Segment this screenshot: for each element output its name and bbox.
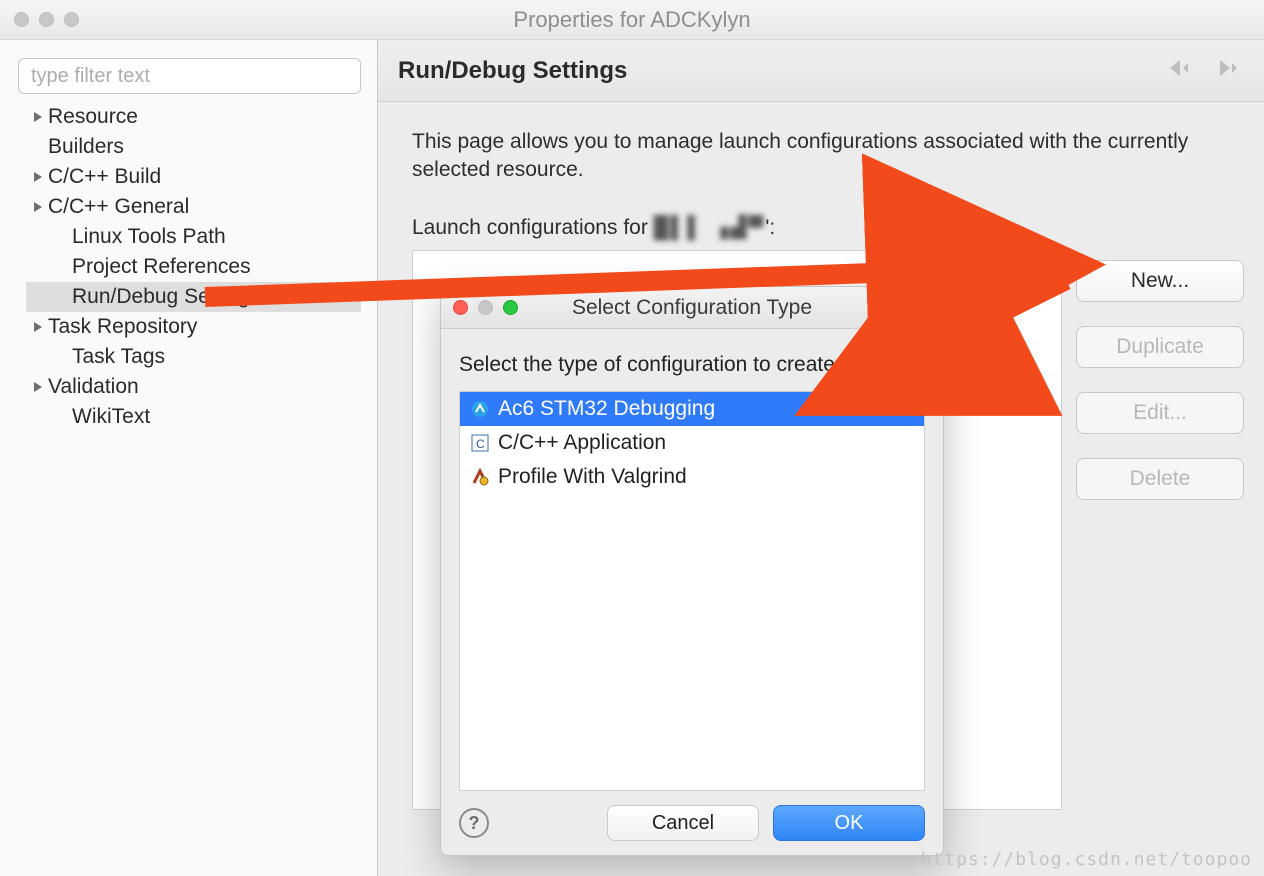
- nav-back-icon[interactable]: [1166, 57, 1196, 84]
- properties-tree: Resource Builders C/C++ Build C/C++ General…: [18, 102, 361, 432]
- tree-item-label: Resource: [48, 105, 138, 129]
- tree-item-label: Run/Debug Settings: [72, 285, 260, 309]
- tree-item-label: Linux Tools Path: [72, 225, 226, 249]
- page-description: This page allows you to manage launch co…: [412, 128, 1192, 185]
- window-title: Properties for ADCKylyn: [0, 7, 1264, 33]
- expand-caret-icon[interactable]: [30, 375, 46, 399]
- tree-item-validation[interactable]: Validation: [26, 372, 361, 402]
- sidebar: Resource Builders C/C++ Build C/C++ General…: [0, 40, 378, 876]
- nav-arrows: [1166, 57, 1244, 84]
- dialog-title: Select Configuration Type: [441, 296, 943, 320]
- nav-forward-icon[interactable]: [1214, 57, 1244, 84]
- svg-text:C: C: [476, 437, 485, 451]
- cancel-button[interactable]: Cancel: [607, 805, 759, 841]
- tree-item-linux-tools-path[interactable]: Linux Tools Path: [26, 222, 361, 252]
- tree-item-task-repository[interactable]: Task Repository: [26, 312, 361, 342]
- config-type-label: Ac6 STM32 Debugging: [498, 397, 715, 421]
- config-type-label: Profile With Valgrind: [498, 465, 687, 489]
- tree-item-resource[interactable]: Resource: [26, 102, 361, 132]
- tree-item-c-c-general[interactable]: C/C++ General: [26, 192, 361, 222]
- expand-caret-icon[interactable]: [30, 195, 46, 219]
- config-type-profile-with-valgrind[interactable]: Profile With Valgrind: [460, 460, 924, 494]
- expand-caret-icon[interactable]: [30, 165, 46, 189]
- help-button[interactable]: ?: [459, 808, 489, 838]
- main-header: Run/Debug Settings: [378, 40, 1264, 102]
- dialog-titlebar: Select Configuration Type: [441, 287, 943, 329]
- dialog-footer: ? Cancel OK: [441, 791, 943, 855]
- config-type-c-c-application[interactable]: C C/C++ Application: [460, 426, 924, 460]
- configuration-type-list[interactable]: Ac6 STM32 Debugging C C/C++ Application Pro…: [459, 391, 925, 791]
- tree-item-label: Validation: [48, 375, 139, 399]
- tree-item-wikitext[interactable]: WikiText: [26, 402, 361, 432]
- launch-configurations-label: Launch configurations for █▌▌ ▗▟▀':: [412, 215, 1244, 240]
- dialog-instruction: Select the type of configuration to crea…: [459, 353, 925, 377]
- ok-button[interactable]: OK: [773, 805, 925, 841]
- tree-item-label: Task Repository: [48, 315, 197, 339]
- tree-item-label: C/C++ Build: [48, 165, 161, 189]
- duplicate-button: Duplicate: [1076, 326, 1244, 368]
- tree-item-label: WikiText: [72, 405, 150, 429]
- window-titlebar: Properties for ADCKylyn: [0, 0, 1264, 40]
- tree-item-task-tags[interactable]: Task Tags: [26, 342, 361, 372]
- tree-item-label: Builders: [48, 135, 124, 159]
- tree-item-label: C/C++ General: [48, 195, 189, 219]
- watermark: https://blog.csdn.net/toopoo: [921, 849, 1252, 870]
- side-buttons: New... Duplicate Edit... Delete: [1076, 250, 1244, 810]
- tree-item-c-c-build[interactable]: C/C++ Build: [26, 162, 361, 192]
- delete-button: Delete: [1076, 458, 1244, 500]
- tree-item-builders[interactable]: Builders: [26, 132, 361, 162]
- tree-item-label: Task Tags: [72, 345, 165, 369]
- new-button[interactable]: New...: [1076, 260, 1244, 302]
- config-type-label: C/C++ Application: [498, 431, 666, 455]
- tree-item-project-references[interactable]: Project References: [26, 252, 361, 282]
- expand-caret-icon[interactable]: [30, 315, 46, 339]
- filter-input[interactable]: [18, 58, 361, 94]
- select-configuration-type-dialog: Select Configuration Type Select the typ…: [440, 286, 944, 856]
- c-file-icon: C: [470, 433, 490, 453]
- tree-item-label: Project References: [72, 255, 251, 279]
- stm32-icon: [470, 399, 490, 419]
- page-title: Run/Debug Settings: [398, 57, 627, 85]
- edit-button: Edit...: [1076, 392, 1244, 434]
- tree-item-run-debug-settings[interactable]: Run/Debug Settings: [26, 282, 361, 312]
- valgrind-icon: [470, 467, 490, 487]
- expand-caret-icon[interactable]: [30, 105, 46, 129]
- config-type-ac6-stm32-debugging[interactable]: Ac6 STM32 Debugging: [460, 392, 924, 426]
